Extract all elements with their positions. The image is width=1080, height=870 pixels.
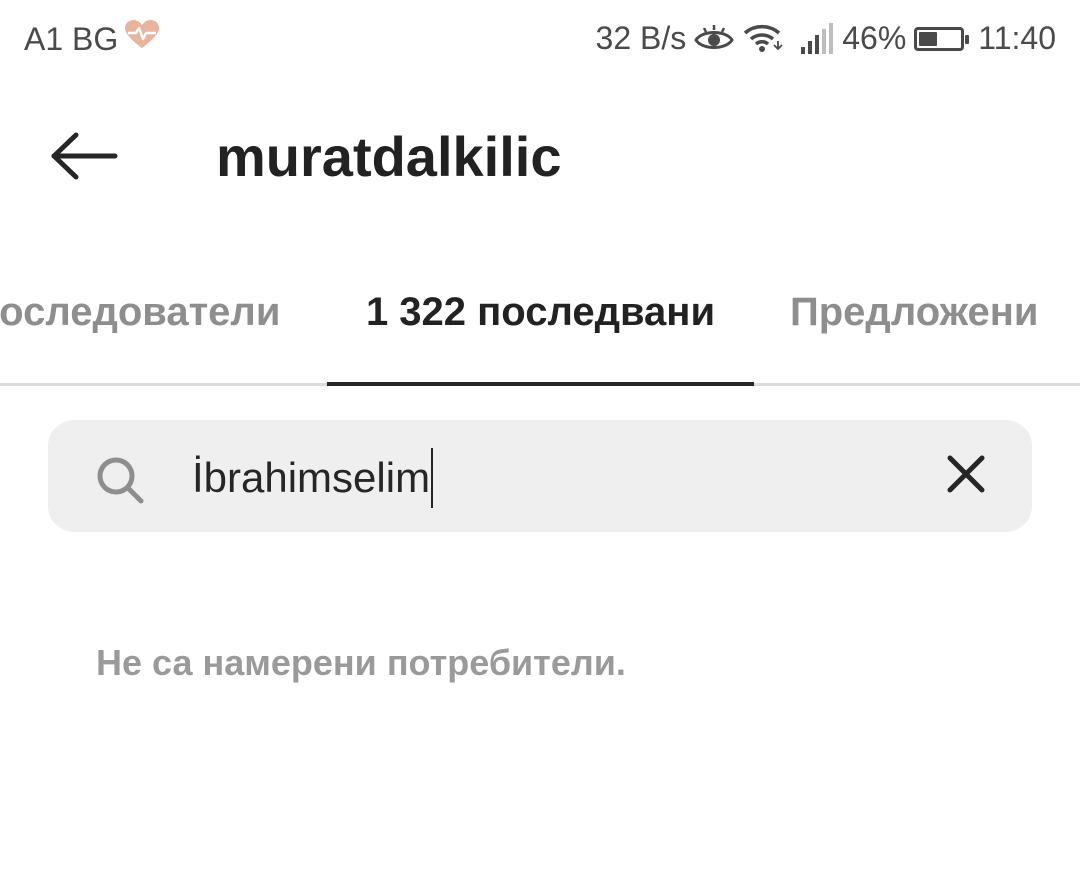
empty-results-message: Не са намерени потребители. <box>96 642 626 683</box>
back-button[interactable] <box>36 120 132 196</box>
text-caret <box>431 448 434 508</box>
page-title: muratdalkilic <box>216 125 562 188</box>
battery-percent: 46% <box>842 20 907 56</box>
tab-followers[interactable]: последователи <box>0 290 280 335</box>
network-speed: 32 B/s <box>595 20 687 56</box>
tab-bar: последователи 1 322 последвани Предложен… <box>0 266 1080 386</box>
search-input[interactable]: İbrahimselim <box>192 448 434 508</box>
status-bar: A1 BG 32 B/s 46% 11:40 <box>0 0 1080 78</box>
clear-search-button[interactable] <box>930 440 1002 512</box>
battery-icon <box>914 26 970 51</box>
tab-suggested[interactable]: Предложени <box>790 290 1038 335</box>
health-heart-icon <box>124 20 160 58</box>
wifi-icon <box>742 23 784 55</box>
eye-icon <box>694 24 735 54</box>
carrier-label: A1 BG <box>24 20 119 57</box>
status-left: A1 BG <box>24 20 160 58</box>
active-tab-indicator <box>327 382 754 386</box>
battery-level <box>919 31 938 46</box>
status-right: 32 B/s 46% 11:40 <box>588 20 1056 57</box>
search-input-value: İbrahimselim <box>192 454 431 501</box>
signal-icon <box>800 22 834 55</box>
clock: 11:40 <box>978 20 1056 56</box>
arrow-left-icon <box>49 131 119 186</box>
header: muratdalkilic <box>0 100 1080 210</box>
screen: A1 BG 32 B/s 46% 11:40 muratdalkilic пос… <box>0 0 1080 870</box>
close-icon <box>946 454 986 499</box>
tab-following[interactable]: 1 322 последвани <box>327 290 754 335</box>
search-icon <box>94 454 146 511</box>
